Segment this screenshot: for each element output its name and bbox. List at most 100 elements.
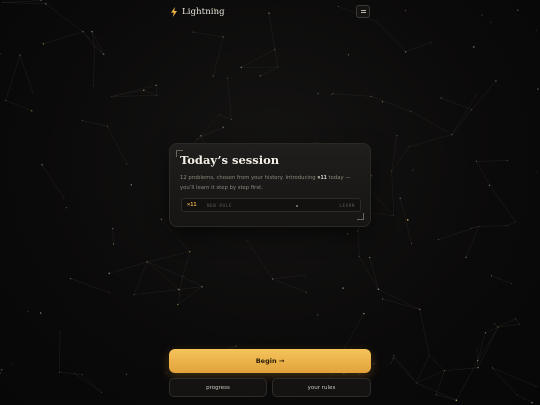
star-dot [39,312,42,314]
constellation-line [227,78,232,120]
star-dot [497,326,499,328]
constellation-line [369,189,395,216]
star-dot [108,272,111,275]
star-dot [91,30,93,33]
star-dot [304,274,306,276]
constellation-line [147,251,190,263]
constellation-line [193,31,224,38]
star-dot [393,357,395,359]
star-dot [317,93,319,95]
star-dot [65,207,67,209]
star-dot [160,218,163,221]
star-dot [81,119,83,122]
star-dot [189,251,191,253]
star-dot [515,318,517,320]
constellation-line [147,261,183,277]
star-dot [1,2,3,3]
star-dot [230,118,232,120]
star-dot [69,277,72,280]
star-dot [495,80,497,82]
constellation-line [476,348,479,368]
constellation-line [410,111,453,135]
star-dot [476,348,478,350]
star-dot [125,373,128,375]
constellation-line [5,55,21,101]
star-dot [475,160,477,162]
star-dot [437,238,440,241]
star-dot [410,242,412,244]
star-dot [477,366,479,369]
star-dot [106,125,108,127]
constellation-line [492,367,518,396]
star-dot [0,53,2,54]
constellation-line [272,274,306,280]
your-rules-button[interactable]: your rules [272,378,371,397]
star-dot [356,231,358,233]
star-dot [222,36,225,38]
star-dot [63,197,65,199]
constellation-line [477,326,499,361]
star-dot [370,95,372,98]
star-dot [331,93,333,95]
star-dot [368,256,371,259]
constellation-line [456,360,478,401]
constellation-line [478,225,507,227]
constellation-line [391,146,410,172]
star-dot [5,100,7,102]
star-dot [435,394,437,396]
star-dot [73,372,75,374]
star-dot [399,197,402,200]
constellation-line [476,160,508,162]
progress-button[interactable]: progress [169,378,267,397]
star-dot [156,95,158,96]
star-dot [536,170,538,172]
constellation-line [492,367,537,387]
star-dot [155,84,157,87]
constellation-line [133,261,148,295]
star-dot [465,256,467,259]
constellation-line [371,96,412,112]
star-dot [515,221,517,223]
begin-button[interactable]: Begin → [169,349,371,373]
star-dot [377,288,380,291]
constellation-line [82,374,102,393]
menu-button[interactable] [356,5,370,18]
star-dot [505,225,507,227]
star-dot [511,283,512,284]
star-dot [471,109,473,111]
star-dot [404,9,407,12]
star-dot [30,109,33,112]
lightning-bolt-icon [171,7,177,17]
constellation-line [111,95,158,97]
star-dot [0,368,3,371]
star-dot [102,53,105,55]
star-dot [381,101,384,103]
constellation-line [43,31,83,45]
star-dot [341,58,342,59]
constellation-line [41,164,65,199]
constellation-line [213,36,224,76]
constellation-line [82,120,108,127]
constellation-line [82,31,95,48]
brand-logo[interactable]: Lightning [170,7,225,17]
star-dot [19,54,21,56]
constellation-line [2,2,46,5]
constellation-line [111,85,157,97]
star-dot [101,391,102,393]
constellation-line [471,80,497,110]
constellation-line [416,382,457,401]
new-rule-row[interactable]: ×11 NEW RULE LEARN [181,198,361,212]
constellation-line [436,394,457,401]
star-dot [381,298,384,300]
new-rule-operator: ×11 [187,202,197,208]
constellation-line [408,134,453,147]
star-dot [259,74,262,77]
star-dot [226,77,229,79]
constellation-line [107,126,127,165]
star-dot [412,169,414,171]
star-dot [235,345,237,347]
constellation-line [515,318,520,325]
star-dot [430,41,432,43]
star-dot [476,359,479,362]
star-dot [41,163,43,166]
